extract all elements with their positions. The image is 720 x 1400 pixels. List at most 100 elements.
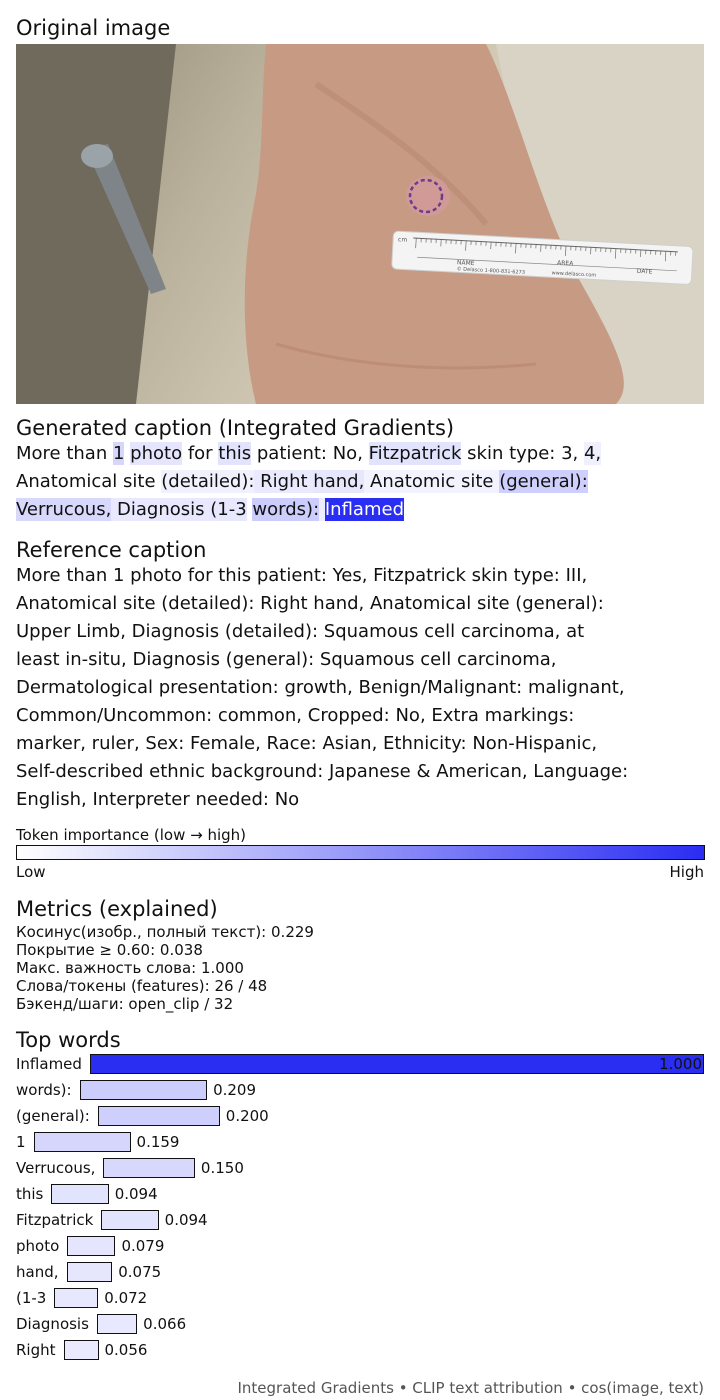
top-word-value: 0.150 <box>200 1159 244 1177</box>
metric-item: Бэкенд/шаги: open_clip / 32 <box>16 995 234 1013</box>
top-word-row: (1-3 0.072 <box>16 1288 704 1310</box>
top-word-label: Fitzpatrick <box>16 1211 94 1229</box>
metric-item: Косинус(изобр., полный текст): 0.229 <box>16 923 314 941</box>
ruler-area-label: AREA <box>557 260 574 268</box>
top-word-bar <box>54 1288 99 1308</box>
top-word-value: 0.159 <box>136 1133 180 1151</box>
top-word-value: 0.094 <box>114 1185 158 1203</box>
chair-leg-top <box>81 144 113 168</box>
top-word-row: Inflamed 1.000 <box>16 1054 704 1076</box>
top-word-label: words): <box>16 1081 72 1099</box>
skin-lesion-photo: cm NAME AREA DATE © Delasco 1-800-831-62… <box>16 44 704 404</box>
reference-caption-line: English, Interpreter needed: No <box>16 789 300 810</box>
top-word-row: Verrucous, 0.150 <box>16 1158 704 1180</box>
top-word-label: (1-3 <box>16 1289 47 1307</box>
top-word-value: 0.209 <box>213 1081 257 1099</box>
caption-token: Anatomic site <box>364 470 500 493</box>
top-word-row: Fitzpatrick 0.094 <box>16 1210 704 1232</box>
reference-caption-line: More than 1 photo for this patient: Yes,… <box>16 565 588 586</box>
top-word-value: 0.066 <box>143 1315 187 1333</box>
top-word-label: photo <box>16 1237 60 1255</box>
generated-caption-line: Verrucous, Diagnosis (1-3 words): Inflam… <box>16 496 706 524</box>
reference-caption-line: marker, ruler, Sex: Female, Race: Asian,… <box>16 733 598 754</box>
reference-caption-line: Dermatological presentation: growth, Ben… <box>16 677 625 698</box>
caption-token: patient: No, <box>251 443 369 464</box>
generated-caption: More than 1 photo for this patient: No, … <box>16 440 706 524</box>
caption-token: Diagnosis <box>111 498 211 521</box>
caption-token: Anatomical site <box>16 471 162 492</box>
caption-token: 1 <box>112 442 125 465</box>
original-image-title: Original image <box>16 16 171 40</box>
top-word-row: Right 0.056 <box>16 1340 704 1362</box>
metric-item: Макс. важность слова: 1.000 <box>16 959 244 977</box>
metric-item: Покрытие ≥ 0.60: 0.038 <box>16 941 203 959</box>
top-word-row: photo 0.079 <box>16 1236 704 1258</box>
top-words-title: Top words <box>16 1028 121 1052</box>
lesion <box>406 176 450 216</box>
reference-caption-line: Self-described ethnic background: Japane… <box>16 761 629 782</box>
top-word-label: Verrucous, <box>16 1159 96 1177</box>
footer-note: Integrated Gradients • CLIP text attribu… <box>237 1379 705 1397</box>
caption-token: this <box>218 442 252 465</box>
top-word-bar <box>89 1054 704 1074</box>
caption-token: (general): <box>499 470 588 493</box>
top-word-value: 0.075 <box>118 1263 162 1281</box>
top-word-bar <box>79 1080 208 1100</box>
top-word-row: 1 0.159 <box>16 1132 704 1154</box>
caption-token: skin type: 3, <box>461 443 584 464</box>
caption-token: words): <box>252 498 320 521</box>
caption-token: for <box>182 443 219 464</box>
top-word-value: 0.056 <box>104 1341 148 1359</box>
top-word-bar <box>67 1236 116 1256</box>
caption-token <box>319 498 325 521</box>
caption-token: Right <box>254 470 314 493</box>
caption-token: Inflamed <box>324 498 404 521</box>
top-word-label: Inflamed <box>16 1055 82 1073</box>
top-word-row: hand, 0.075 <box>16 1262 704 1284</box>
top-word-bar <box>33 1132 131 1152</box>
top-word-value: 0.094 <box>164 1211 208 1229</box>
caption-token: hand, <box>313 470 365 493</box>
reference-caption-line: Upper Limb, Diagnosis (detailed): Squamo… <box>16 621 585 642</box>
top-word-label: this <box>16 1185 44 1203</box>
caption-token: (1-3 <box>210 498 247 521</box>
generated-caption-line: Anatomical site (detailed): Right hand, … <box>16 468 706 496</box>
top-word-value: 0.079 <box>121 1237 165 1255</box>
top-word-label: Diagnosis <box>16 1315 89 1333</box>
reference-caption-title: Reference caption <box>16 538 207 562</box>
top-word-label: Right <box>16 1341 56 1359</box>
caption-token: More than <box>16 443 113 464</box>
ruler-unit: cm <box>398 236 408 243</box>
caption-token: photo <box>130 442 183 465</box>
top-word-bar <box>103 1158 195 1178</box>
top-word-bar <box>63 1340 99 1360</box>
top-word-bar <box>51 1184 109 1204</box>
photo-illustration: cm NAME AREA DATE © Delasco 1-800-831-62… <box>16 44 704 404</box>
caption-token: (detailed): <box>161 470 255 493</box>
top-word-value: 0.072 <box>104 1289 148 1307</box>
top-word-value: 1.000 <box>659 1055 702 1073</box>
top-word-bar <box>96 1314 138 1334</box>
top-word-row: this 0.094 <box>16 1184 704 1206</box>
scale-low-label: Low <box>16 863 46 881</box>
top-word-row: Diagnosis 0.066 <box>16 1314 704 1336</box>
caption-token: 4, <box>583 442 602 465</box>
scale-label: Token importance (low → high) <box>16 826 247 844</box>
caption-token: Verrucous, <box>16 498 112 521</box>
metrics-title: Metrics (explained) <box>16 897 218 921</box>
generated-caption-line: More than 1 photo for this patient: No, … <box>16 440 706 468</box>
top-word-label: hand, <box>16 1263 59 1281</box>
top-word-label: (general): <box>16 1107 90 1125</box>
top-word-bar <box>66 1262 113 1282</box>
metric-item: Слова/токены (features): 26 / 48 <box>16 977 268 995</box>
top-word-bar <box>97 1106 220 1126</box>
reference-caption-line: Common/Uncommon: common, Cropped: No, Ex… <box>16 705 575 726</box>
reference-caption-line: least in-situ, Diagnosis (general): Squa… <box>16 649 557 670</box>
top-word-row: words): 0.209 <box>16 1080 704 1102</box>
top-word-value: 0.200 <box>225 1107 269 1125</box>
caption-token: Fitzpatrick <box>368 442 462 465</box>
reference-caption-line: Anatomical site (detailed): Right hand, … <box>16 593 604 614</box>
generated-caption-title: Generated caption (Integrated Gradients) <box>16 416 455 440</box>
reference-caption: More than 1 photo for this patient: Yes,… <box>16 562 706 814</box>
importance-colorbar <box>16 845 705 860</box>
